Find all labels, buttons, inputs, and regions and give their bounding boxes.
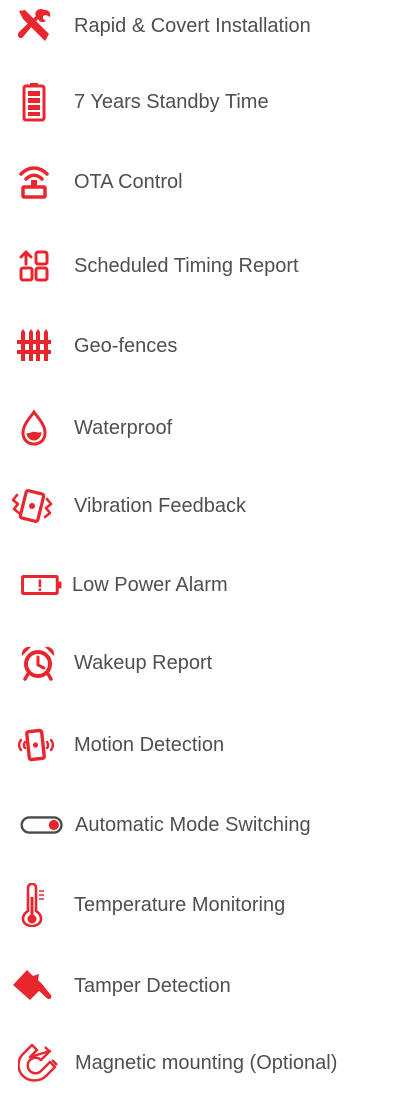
feature-item-standby-time: 7 Years Standby Time — [0, 72, 404, 132]
feature-item-wakeup-report: Wakeup Report — [0, 633, 404, 693]
feature-list: Rapid & Covert Installation 7 Years Stan… — [0, 0, 404, 1085]
battery-icon — [12, 80, 56, 124]
toggle-switch-icon — [20, 803, 64, 847]
feature-label: Waterproof — [74, 417, 173, 439]
low-battery-alert-icon — [20, 563, 64, 607]
feature-item-tamper-detection: Tamper Detection — [0, 956, 404, 1016]
vibration-icon — [10, 484, 54, 528]
magnet-icon — [16, 1041, 60, 1085]
feature-label: OTA Control — [74, 171, 183, 193]
feature-item-automatic-mode-switching: Automatic Mode Switching — [0, 795, 404, 855]
feature-item-magnetic-mounting: Magnetic mounting (Optional) — [0, 1033, 404, 1093]
timer-report-icon — [12, 244, 56, 288]
water-drop-icon — [12, 406, 56, 450]
feature-label: Geo-fences — [74, 335, 178, 357]
motion-sensor-icon — [14, 723, 58, 767]
feature-item-rapid-covert-installation: Rapid & Covert Installation — [0, 0, 404, 56]
thermometer-icon — [12, 883, 56, 927]
feature-label: Scheduled Timing Report — [74, 255, 299, 277]
feature-label: Vibration Feedback — [74, 495, 246, 517]
alarm-clock-icon — [16, 641, 60, 685]
hammer-icon — [10, 964, 54, 1008]
feature-label: Magnetic mounting (Optional) — [75, 1052, 338, 1074]
feature-item-geo-fences: Geo-fences — [0, 316, 404, 376]
feature-item-temperature-monitoring: Temperature Monitoring — [0, 875, 404, 935]
feature-label: Automatic Mode Switching — [75, 814, 311, 836]
feature-item-waterproof: Waterproof — [0, 398, 404, 458]
feature-item-vibration-feedback: Vibration Feedback — [0, 476, 404, 536]
fence-icon — [12, 324, 56, 368]
feature-label: Wakeup Report — [74, 652, 213, 674]
feature-label: Tamper Detection — [74, 975, 231, 997]
feature-item-ota-control: OTA Control — [0, 152, 404, 212]
tools-icon — [12, 4, 56, 48]
feature-label: Rapid & Covert Installation — [74, 15, 311, 37]
feature-item-motion-detection: Motion Detection — [0, 715, 404, 775]
feature-item-scheduled-timing-report: Scheduled Timing Report — [0, 236, 404, 296]
feature-label: Motion Detection — [74, 734, 225, 756]
feature-label: Low Power Alarm — [72, 574, 228, 596]
feature-label: 7 Years Standby Time — [74, 91, 269, 113]
wireless-router-icon — [12, 160, 56, 204]
feature-item-low-power-alarm: Low Power Alarm — [0, 555, 404, 615]
feature-label: Temperature Monitoring — [74, 894, 286, 916]
